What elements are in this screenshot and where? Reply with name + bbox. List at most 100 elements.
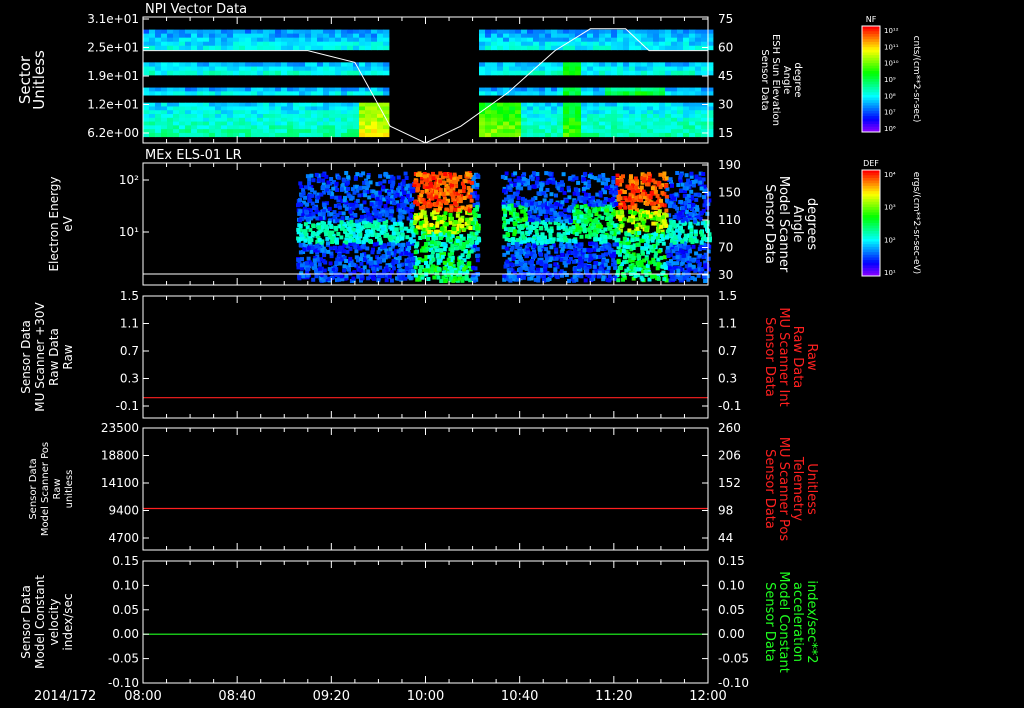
heatmap-cell	[649, 201, 654, 206]
heatmap-cell	[412, 220, 417, 225]
heatmap-cell	[581, 45, 588, 51]
heatmap-cell	[611, 125, 618, 130]
heatmap-cell	[617, 106, 624, 111]
heatmap-cell	[677, 117, 684, 122]
heatmap-cell	[269, 106, 276, 111]
heatmap-cell	[557, 114, 564, 119]
heatmap-cell	[384, 278, 389, 283]
heatmap-cell	[293, 37, 300, 43]
heatmap-cell	[281, 33, 288, 39]
heatmap-cell	[518, 255, 523, 260]
heatmap-cell	[569, 29, 576, 35]
heatmap-cell	[611, 66, 618, 72]
heatmap-cell	[383, 45, 390, 51]
heatmap-cell	[293, 125, 300, 130]
heatmap-cell	[497, 110, 504, 115]
heatmap-cell	[359, 62, 366, 67]
heatmap-cell	[599, 62, 606, 67]
heatmap-cell	[353, 125, 360, 130]
heatmap-cell	[575, 121, 582, 126]
heatmap-cell	[503, 66, 510, 72]
heatmap-cell	[353, 70, 360, 76]
heatmap-cell	[593, 41, 600, 47]
heatmap-cell	[485, 110, 492, 115]
heatmap-cell	[335, 37, 342, 43]
heatmap-cell	[533, 114, 540, 119]
heatmap-cell	[429, 183, 434, 188]
heatmap-cell	[263, 121, 270, 126]
heatmap-cell	[693, 277, 697, 282]
heatmap-cell	[173, 70, 180, 76]
heatmap-cell	[664, 183, 669, 188]
heatmap-cell	[418, 265, 423, 269]
heatmap-cell	[644, 256, 649, 261]
heatmap-cell	[413, 250, 418, 255]
heatmap-cell	[323, 121, 330, 126]
heatmap-cell	[269, 114, 276, 119]
heatmap-cell	[500, 174, 505, 179]
heatmap-cell	[245, 110, 252, 115]
heatmap-cell	[434, 195, 439, 200]
heatmap-cell	[653, 66, 660, 72]
heatmap-cell	[304, 202, 309, 207]
heatmap-cell	[615, 179, 620, 184]
heatmap-cell	[173, 132, 180, 138]
heatmap-cell	[314, 244, 319, 249]
heatmap-cell	[633, 274, 638, 279]
heatmap-cell	[509, 62, 516, 67]
heatmap-cell	[617, 117, 624, 122]
heatmap-cell	[651, 236, 656, 241]
heatmap-cell	[608, 226, 613, 231]
heatmap-cell	[551, 117, 558, 122]
heatmap-cell	[275, 62, 282, 67]
heatmap-cell	[497, 132, 504, 138]
heatmap-cell	[323, 129, 330, 134]
heatmap-cell	[519, 250, 524, 255]
heatmap-cell	[347, 193, 352, 198]
heatmap-cell	[593, 45, 600, 51]
heatmap-cell	[377, 129, 384, 134]
heatmap-cell	[545, 114, 552, 119]
heatmap-cell	[323, 29, 330, 35]
heatmap-cell	[203, 62, 210, 67]
heatmap-cell	[347, 29, 354, 35]
heatmap-cell	[536, 275, 541, 280]
heatmap-cell	[659, 129, 666, 134]
heatmap-cell	[567, 278, 571, 283]
heatmap-cell	[269, 125, 276, 130]
heatmap-cell	[683, 33, 690, 39]
heatmap-cell	[521, 121, 528, 126]
heatmap-cell	[671, 37, 678, 43]
heatmap-cell	[307, 198, 312, 202]
heatmap-cell	[689, 132, 696, 138]
heatmap-cell	[317, 91, 324, 96]
heatmap-cell	[502, 223, 507, 227]
heatmap-cell	[371, 129, 378, 134]
heatmap-cell	[365, 66, 372, 72]
heatmap-cell	[593, 129, 600, 134]
heatmap-cell	[539, 125, 546, 130]
heatmap-cell	[497, 33, 504, 39]
heatmap-cell	[298, 237, 303, 242]
heatmap-cell	[167, 121, 174, 126]
heatmap-cell	[689, 110, 696, 115]
heatmap-cell	[311, 132, 318, 138]
heatmap-cell	[611, 114, 618, 119]
heatmap-cell	[335, 41, 342, 47]
heatmap-cell	[536, 236, 541, 241]
heatmap-cell	[359, 226, 364, 231]
heatmap-cell	[191, 129, 198, 134]
heatmap-cell	[575, 129, 582, 134]
heatmap-cell	[533, 62, 540, 67]
heatmap-cell	[593, 102, 600, 107]
heatmap-cell	[619, 178, 624, 183]
heatmap-cell	[281, 117, 288, 122]
heatmap-cell	[677, 114, 684, 119]
heatmap-cell	[545, 70, 552, 76]
heatmap-cell	[665, 91, 672, 96]
heatmap-cell	[233, 33, 240, 39]
heatmap-cell	[639, 185, 644, 190]
heatmap-cell	[593, 91, 600, 96]
heatmap-cell	[641, 114, 648, 119]
heatmap-cell	[479, 62, 486, 67]
